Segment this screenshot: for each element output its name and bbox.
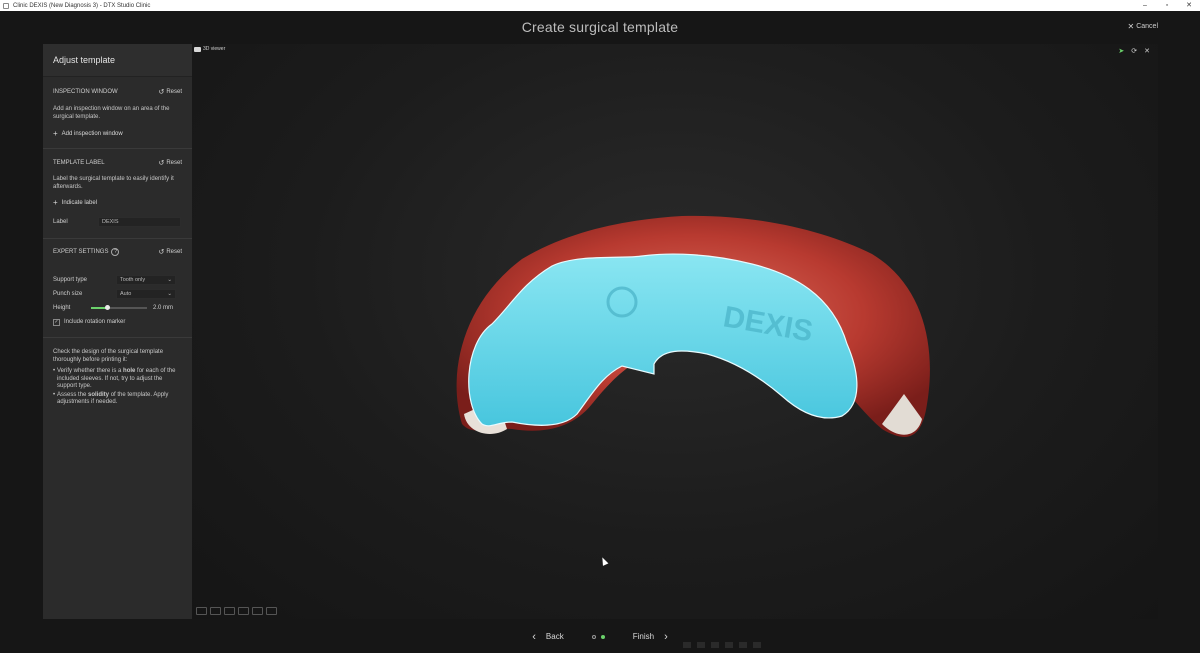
expert-settings-title: EXPERT SETTINGS xyxy=(53,249,109,255)
chevron-right-icon: › xyxy=(664,630,668,643)
finish-button[interactable]: Finish › xyxy=(633,631,668,643)
back-label: Back xyxy=(545,632,564,641)
inspection-header: INSPECTION WINDOW ↺ Reset xyxy=(53,85,182,99)
view-preset-button[interactable] xyxy=(238,607,249,615)
rotation-marker-checkbox[interactable]: ✓ xyxy=(53,318,60,326)
cancel-button[interactable]: ✕ Cancel xyxy=(1128,22,1159,31)
chevron-down-icon: ⌄ xyxy=(167,291,172,297)
height-row: Height 2.0 mm xyxy=(53,301,182,315)
3d-viewer[interactable]: 3D viewer ➤ ⟳ ✕ DEXIS xyxy=(192,44,1158,619)
plus-icon: + xyxy=(53,198,58,207)
reset-label: Reset xyxy=(166,249,182,255)
template-label-header: TEMPLATE LABEL ↺ Reset xyxy=(53,156,182,170)
template-label-description: Label the surgical template to easily id… xyxy=(53,176,174,190)
plus-icon: + xyxy=(53,129,58,138)
punch-size-select[interactable]: Auto ⌄ xyxy=(116,289,176,299)
tip-emphasis: hole xyxy=(123,368,136,374)
step-dot-active xyxy=(600,634,605,639)
finish-label: Finish xyxy=(632,632,655,641)
info-icon[interactable]: ? xyxy=(111,248,120,256)
view-preset-button[interactable] xyxy=(224,607,235,615)
expert-settings-reset-button[interactable]: ↺ Reset xyxy=(158,248,182,256)
reset-icon: ↺ xyxy=(158,249,165,256)
expert-settings-section: EXPERT SETTINGS ? ↺ Reset Support type T… xyxy=(43,239,192,329)
height-label: Height xyxy=(53,305,71,311)
support-type-select[interactable]: Tooth only ⌄ xyxy=(116,275,176,285)
tip-emphasis: solidity xyxy=(88,391,110,398)
adjust-template-panel: Adjust template INSPECTION WINDOW ↺ Rese… xyxy=(43,44,192,619)
wizard-footer: ‹ Back Finish › xyxy=(0,620,1200,653)
tip-text: Assess the xyxy=(57,391,89,398)
view-preset-button[interactable] xyxy=(210,607,221,615)
template-label-reset-button[interactable]: ↺ Reset xyxy=(158,159,182,167)
window-title: Clinic DEXIS (New Diagnosis 3) - DTX Stu… xyxy=(13,2,151,9)
step-indicator xyxy=(591,634,605,639)
tip-holes: Verify whether there is a hole for each … xyxy=(53,368,182,391)
check-intro: Check the design of the surgical templat… xyxy=(53,349,164,363)
view-preset-button[interactable] xyxy=(266,607,277,615)
modal-title: Create surgical template xyxy=(521,19,679,35)
label-field-label: Label xyxy=(53,219,68,225)
background-steps xyxy=(683,642,761,648)
rotation-marker-label: Include rotation marker xyxy=(64,319,126,325)
minimize-button[interactable]: – xyxy=(1134,0,1156,11)
inspection-description: Add an inspection window on an area of t… xyxy=(53,106,170,120)
template-label-title: TEMPLATE LABEL xyxy=(53,160,105,166)
rotation-marker-row: ✓ Include rotation marker xyxy=(53,315,182,329)
height-value: 2.0 mm xyxy=(153,305,174,311)
maximize-button[interactable]: ▫ xyxy=(1156,0,1178,11)
expert-settings-title-wrap: EXPERT SETTINGS ? xyxy=(53,248,120,256)
panel-title: Adjust template xyxy=(43,44,192,77)
check-section: Check the design of the surgical templat… xyxy=(43,338,192,407)
expert-settings-header: EXPERT SETTINGS ? ↺ Reset xyxy=(53,245,182,259)
support-type-value: Tooth only xyxy=(120,277,146,283)
back-button[interactable]: ‹ Back xyxy=(532,631,563,643)
app-icon xyxy=(3,2,9,9)
close-icon: ✕ xyxy=(1127,22,1135,31)
window-controls: – ▫ ✕ xyxy=(1134,0,1200,11)
slider-thumb[interactable] xyxy=(105,305,111,310)
reset-icon: ↺ xyxy=(158,160,165,167)
support-type-label: Support type xyxy=(53,277,88,283)
support-type-row: Support type Tooth only ⌄ xyxy=(53,273,182,287)
dental-model[interactable]: DEXIS xyxy=(192,44,1158,619)
punch-size-value: Auto xyxy=(120,291,132,297)
inspection-reset-button[interactable]: ↺ Reset xyxy=(158,88,182,96)
indicate-label-button[interactable]: + Indicate label xyxy=(53,198,182,207)
view-presets xyxy=(196,607,277,615)
reset-icon: ↺ xyxy=(158,89,165,96)
template-label-section: TEMPLATE LABEL ↺ Reset Label the surgica… xyxy=(43,149,192,229)
view-preset-button[interactable] xyxy=(196,607,207,615)
tip-text: Verify whether there is a xyxy=(57,368,124,374)
window-titlebar: Clinic DEXIS (New Diagnosis 3) - DTX Stu… xyxy=(0,0,1200,11)
reset-label: Reset xyxy=(166,160,182,166)
height-slider[interactable] xyxy=(91,303,147,313)
step-dot xyxy=(591,634,596,639)
reset-label: Reset xyxy=(166,89,182,95)
label-input[interactable]: DEXIS xyxy=(98,217,181,227)
chevron-left-icon: ‹ xyxy=(532,630,536,643)
tips-list: Verify whether there is a hole for each … xyxy=(53,368,182,407)
tip-solidity: Assess the solidity of the template. App… xyxy=(53,392,182,407)
label-row: Label DEXIS xyxy=(53,215,182,229)
punch-size-row: Punch size Auto ⌄ xyxy=(53,287,182,301)
punch-size-label: Punch size xyxy=(53,291,83,297)
cancel-label: Cancel xyxy=(1136,23,1158,30)
close-window-button[interactable]: ✕ xyxy=(1178,0,1200,11)
inspection-section: INSPECTION WINDOW ↺ Reset Add an inspect… xyxy=(43,77,192,138)
add-inspection-label: Add inspection window xyxy=(61,130,123,137)
add-inspection-window-button[interactable]: + Add inspection window xyxy=(53,129,182,138)
indicate-label-label: Indicate label xyxy=(61,199,98,206)
view-preset-button[interactable] xyxy=(252,607,263,615)
inspection-title: INSPECTION WINDOW xyxy=(53,89,118,95)
chevron-down-icon: ⌄ xyxy=(167,277,172,283)
